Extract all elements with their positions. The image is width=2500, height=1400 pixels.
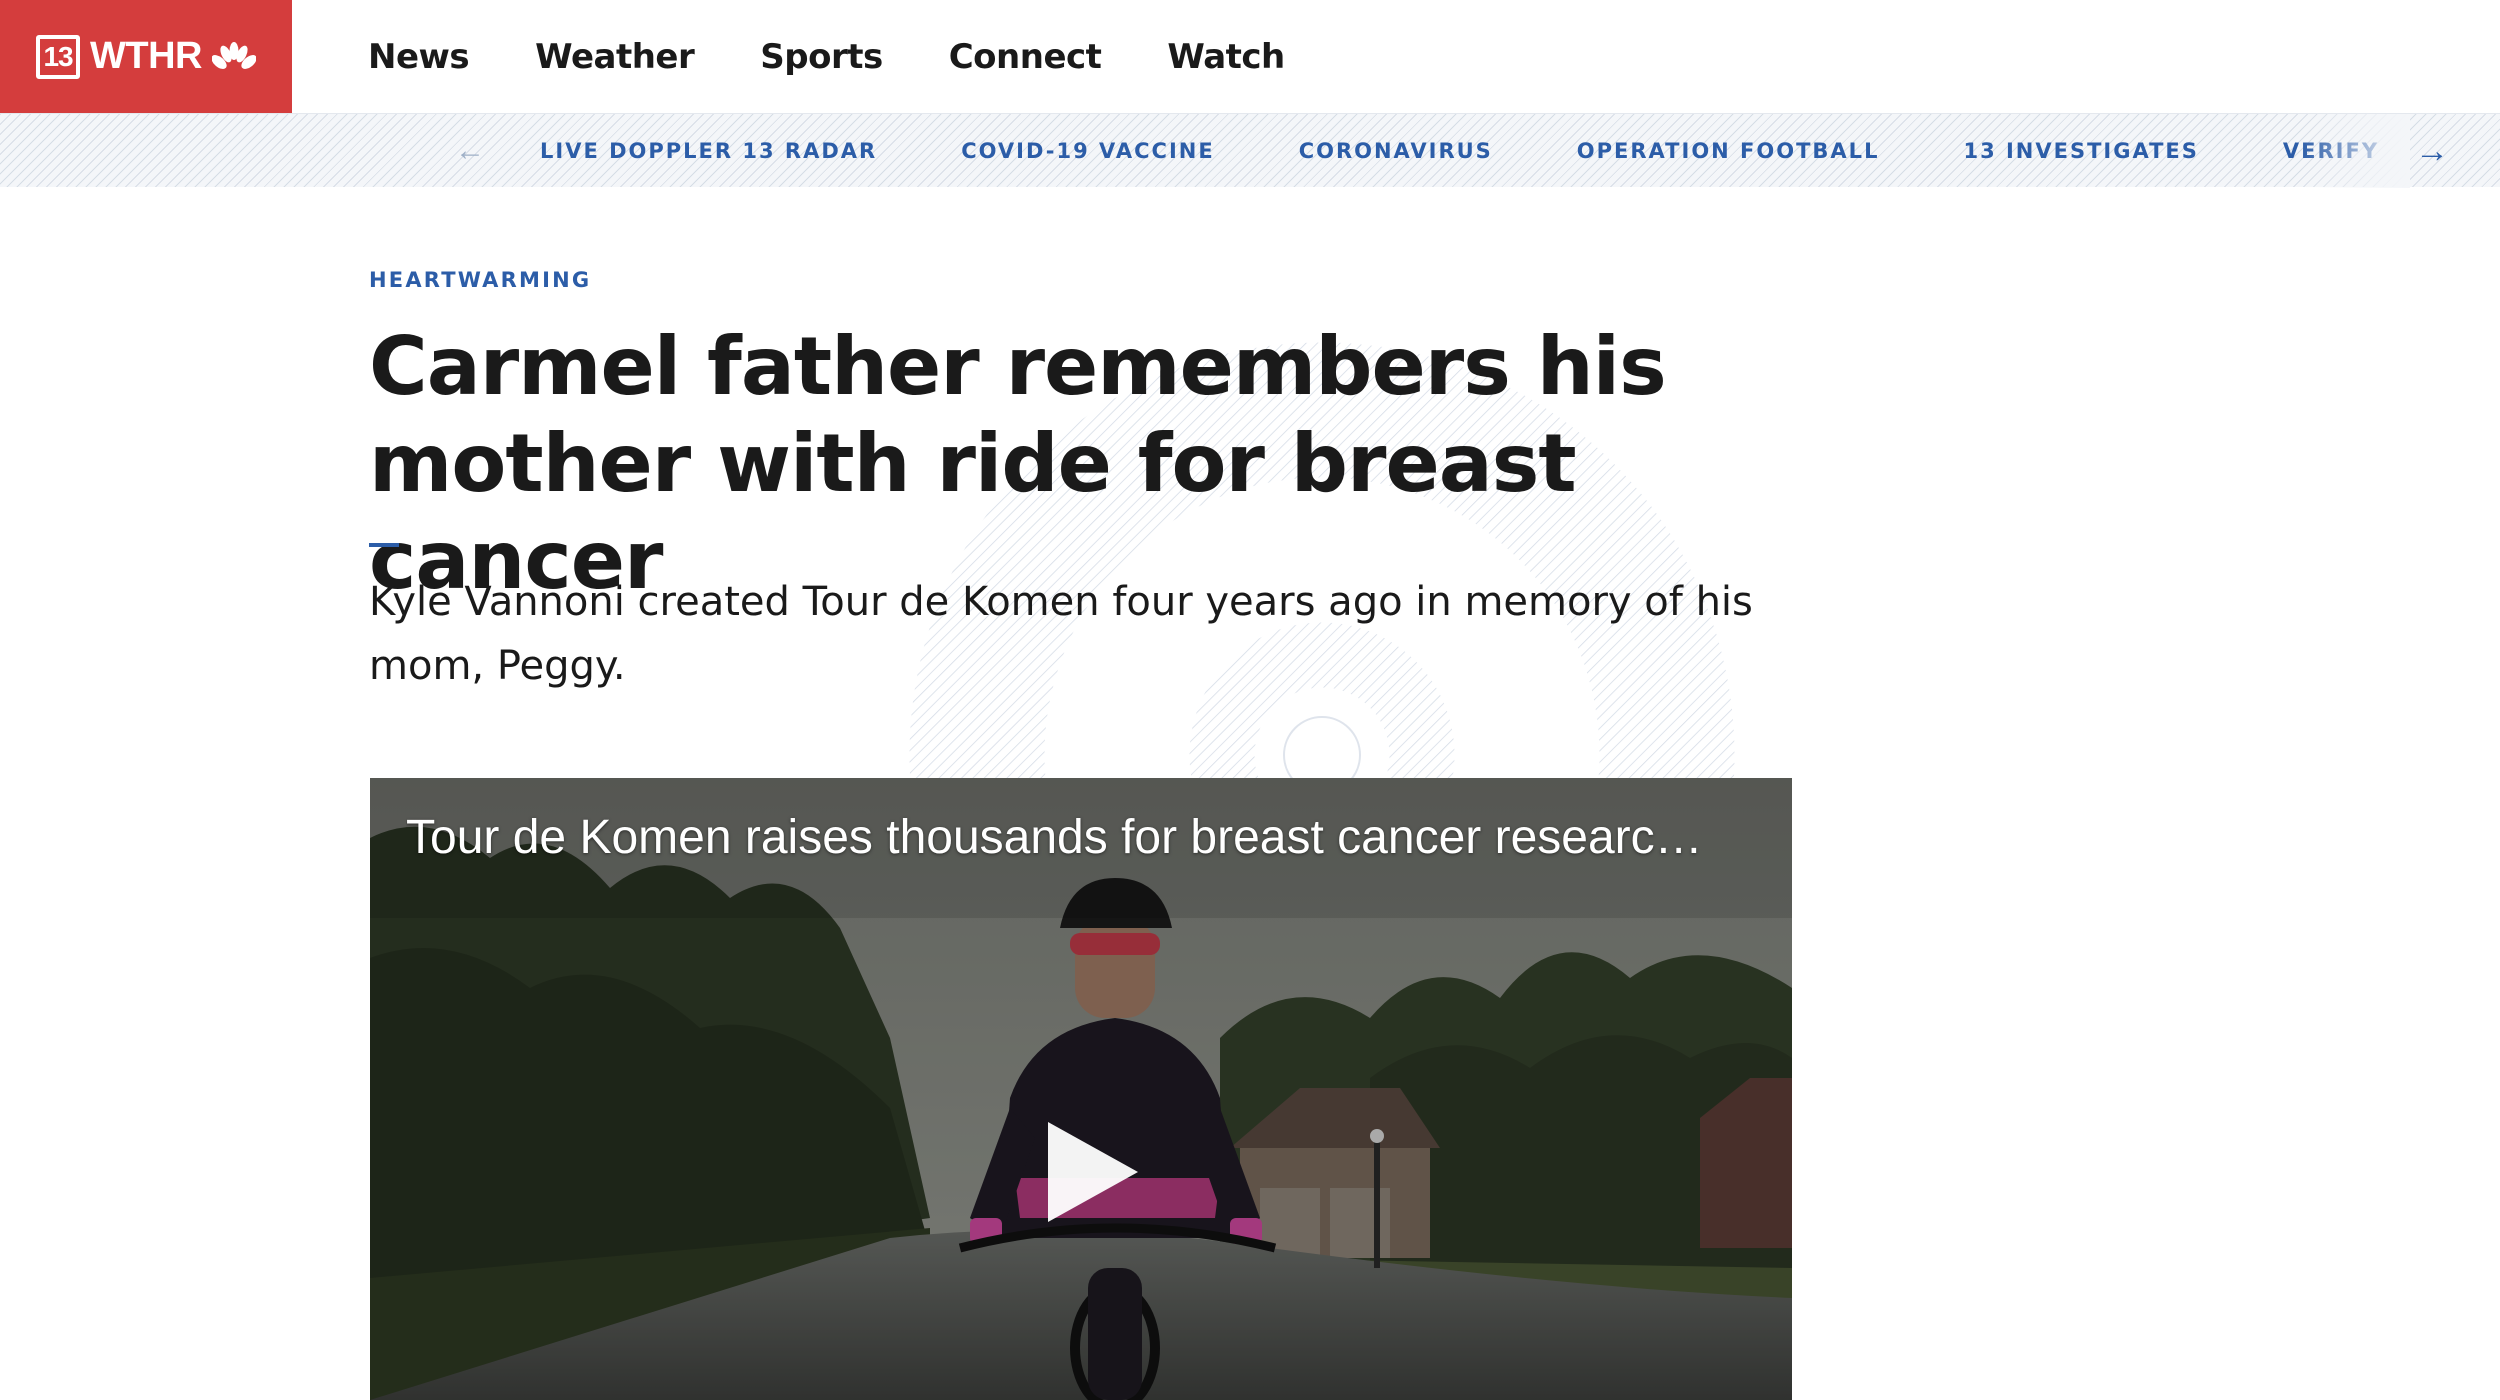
nav-sports[interactable]: Sports (760, 37, 883, 77)
video-thumbnail (370, 778, 1792, 1400)
nav-news[interactable]: News (368, 37, 470, 77)
main-nav: News Weather Sports Connect Watch (368, 0, 1351, 113)
play-icon[interactable] (1030, 1112, 1150, 1232)
nav-connect[interactable]: Connect (949, 37, 1102, 77)
topic-13-investigates[interactable]: 13 INVESTIGATES (1963, 139, 2198, 163)
nav-watch[interactable]: Watch (1167, 37, 1285, 77)
channel-number: 13 (36, 34, 81, 79)
video-player[interactable]: Tour de Komen raises thousands for breas… (370, 778, 1792, 1400)
article-summary: Kyle Vannoni created Tour de Komen four … (369, 579, 1753, 689)
wthr-logo[interactable]: 13 WTHR (0, 0, 292, 113)
nbc-peacock-icon (211, 41, 256, 69)
arrow-left-icon[interactable]: ← (455, 136, 485, 166)
article-headline: Carmel father remembers his mother with … (369, 320, 1667, 607)
headline-divider (369, 543, 399, 547)
topic-covid-vaccine[interactable]: COVID-19 VACCINE (961, 139, 1214, 163)
article-category[interactable]: HEARTWARMING (369, 268, 591, 292)
topic-operation-football[interactable]: OPERATION FOOTBALL (1577, 139, 1880, 163)
topic-nav-items: LIVE DOPPLER 13 RADAR COVID-19 VACCINE C… (540, 114, 2395, 188)
topic-live-doppler[interactable]: LIVE DOPPLER 13 RADAR (540, 139, 877, 163)
site-header: 13 WTHR News Weather Sports Connect Watc… (0, 0, 2500, 113)
video-title[interactable]: Tour de Komen raises thousands for breas… (406, 808, 1756, 868)
topic-nav-fade (2300, 114, 2410, 188)
arrow-right-icon[interactable]: → (2415, 134, 2449, 168)
nav-weather[interactable]: Weather (535, 37, 695, 77)
station-name: WTHR (90, 35, 202, 77)
topic-coronavirus[interactable]: CORONAVIRUS (1299, 139, 1493, 163)
topic-nav: ← LIVE DOPPLER 13 RADAR COVID-19 VACCINE… (0, 113, 2500, 188)
